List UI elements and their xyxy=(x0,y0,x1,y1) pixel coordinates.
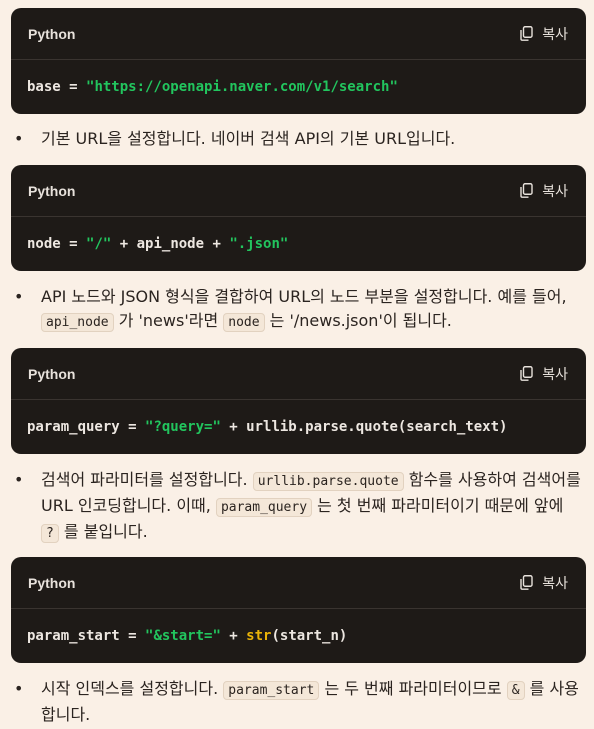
code-token: param_start xyxy=(27,628,120,644)
chat-response: Python 복사 base = "https://openapi.naver.… xyxy=(0,0,594,729)
code-token: + xyxy=(220,628,247,644)
code-header: Python 복사 xyxy=(11,165,586,217)
copy-label: 복사 xyxy=(542,183,568,200)
code-language-label: Python xyxy=(28,25,76,42)
inline-code: api_node xyxy=(41,313,114,332)
inline-code: param_start xyxy=(223,681,320,700)
copy-button[interactable]: 복사 xyxy=(520,573,568,593)
copy-label: 복사 xyxy=(542,26,568,43)
copy-icon xyxy=(520,183,533,198)
code-header: Python 복사 xyxy=(11,557,586,609)
list-item-text: 기본 URL을 설정합니다. 네이버 검색 API의 기본 URL입니다. xyxy=(41,129,456,148)
bullet-dot: • xyxy=(14,287,24,306)
code-token: = xyxy=(119,419,146,435)
code-language-label: Python xyxy=(28,365,76,382)
code-string: ".json" xyxy=(229,236,289,252)
inline-code: ? xyxy=(41,524,59,543)
code-language-label: Python xyxy=(28,574,76,591)
code-content: param_query = "?query=" + urllib.parse.q… xyxy=(11,400,586,454)
copy-button[interactable]: 복사 xyxy=(520,181,568,201)
list-item-text: API 노드와 JSON 형식을 결합하여 URL의 노드 부분을 설정합니다.… xyxy=(41,287,567,332)
copy-button[interactable]: 복사 xyxy=(520,24,568,44)
code-token: = xyxy=(60,236,87,252)
list-item: • 기본 URL을 설정합니다. 네이버 검색 API의 기본 URL입니다. xyxy=(12,127,582,151)
code-block: Python 복사 param_start = "&start=" + str(… xyxy=(11,557,586,663)
code-block: Python 복사 base = "https://openapi.naver.… xyxy=(11,8,586,114)
inline-code: param_query xyxy=(215,498,313,517)
code-token: = xyxy=(60,79,87,95)
bullet-dot: • xyxy=(14,470,24,489)
code-string: "?query=" xyxy=(145,419,221,435)
copy-button[interactable]: 복사 xyxy=(520,364,568,384)
code-token: (start_n) xyxy=(271,628,348,644)
list-item: • 시작 인덱스를 설정합니다. param_start 는 두 번째 파라미터… xyxy=(12,677,582,727)
code-string: "https://openapi.naver.com/v1/search" xyxy=(86,79,398,95)
code-language-label: Python xyxy=(28,182,76,199)
copy-icon xyxy=(520,26,533,41)
code-content: param_start = "&start=" + str (start_n) xyxy=(11,609,586,663)
list-item-text: 시작 인덱스를 설정합니다. param_start 는 두 번째 파라미터이므… xyxy=(41,679,579,724)
code-token: + api_node + xyxy=(111,236,230,252)
code-token: + urllib.parse.quote(search_text) xyxy=(220,419,508,435)
code-token: node xyxy=(27,236,61,252)
code-header: Python 복사 xyxy=(11,348,586,400)
copy-label: 복사 xyxy=(542,366,568,383)
copy-icon xyxy=(520,575,533,590)
code-string: "&start=" xyxy=(145,628,221,644)
code-content: node = "/" + api_node + ".json" xyxy=(11,217,586,271)
code-token: = xyxy=(119,628,146,644)
copy-icon xyxy=(520,366,533,381)
inline-code: node xyxy=(223,313,265,332)
code-block: Python 복사 node = "/" + api_node + ".json… xyxy=(11,165,586,271)
list-item: • 검색어 파라미터를 설정합니다. urllib.parse.quote 함수… xyxy=(12,468,582,546)
code-builtin: str xyxy=(246,628,272,644)
copy-label: 복사 xyxy=(542,575,568,592)
code-token: param_query xyxy=(27,419,120,435)
list-item-text: 검색어 파라미터를 설정합니다. urllib.parse.quote 함수를 … xyxy=(41,470,581,543)
code-content: base = "https://openapi.naver.com/v1/sea… xyxy=(11,60,586,114)
bullet-dot: • xyxy=(14,679,24,698)
list-item: • API 노드와 JSON 형식을 결합하여 URL의 노드 부분을 설정합니… xyxy=(12,285,582,335)
code-header: Python 복사 xyxy=(11,8,586,60)
bullet-dot: • xyxy=(14,129,24,148)
code-block: Python 복사 param_query = "?query=" + urll… xyxy=(11,348,586,454)
inline-code: urllib.parse.quote xyxy=(252,472,404,491)
code-string: "/" xyxy=(86,236,112,252)
inline-code: & xyxy=(506,681,525,700)
code-token: base xyxy=(27,79,61,95)
